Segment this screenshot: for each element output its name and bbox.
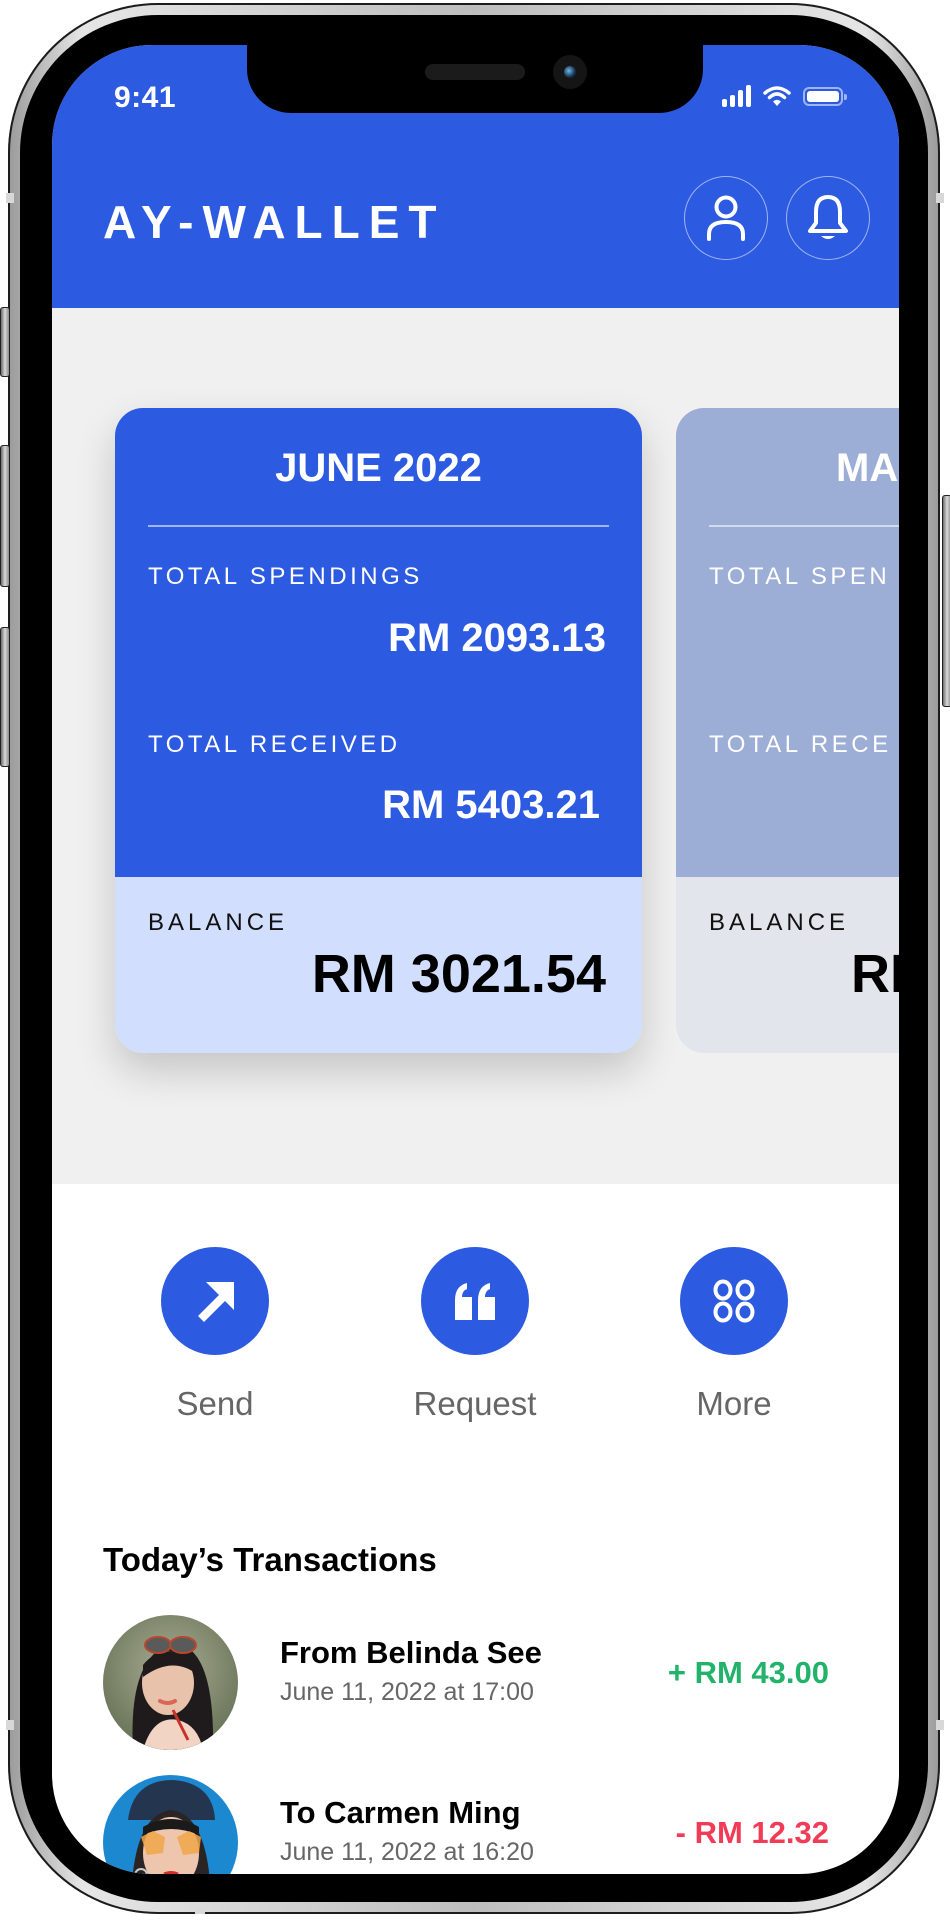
card-month: MA	[836, 446, 899, 490]
arrow-up-right-icon	[198, 1282, 234, 1322]
request-circle	[421, 1247, 529, 1355]
transaction-amount-income: + RM 43.00	[667, 1655, 829, 1690]
balance-label: BALANCE	[148, 909, 289, 936]
antenna-band	[195, 1906, 205, 1914]
phone-volume-down	[0, 627, 10, 767]
grid-circles-icon	[713, 1279, 755, 1323]
quote-icon	[455, 1283, 495, 1320]
bell-icon	[808, 195, 848, 239]
camera-notch	[247, 45, 703, 113]
status-icons	[722, 85, 847, 107]
app-header: 9:41 AY-WALLET	[52, 45, 899, 308]
antenna-band	[936, 193, 944, 203]
wifi-icon	[763, 86, 791, 106]
balance-value: RM 3021.54	[311, 944, 606, 1004]
card-month: JUNE 2022	[275, 446, 482, 490]
send-button[interactable]: Send	[135, 1247, 295, 1423]
card-summary: MA TOTAL SPEN TOTAL RECE	[676, 408, 899, 877]
more-circle	[680, 1247, 788, 1355]
card-summary: JUNE 2022 TOTAL SPENDINGS RM 2093.13 TOT…	[115, 408, 642, 877]
spendings-label: TOTAL SPEN	[709, 563, 891, 590]
card-divider	[148, 525, 609, 527]
request-label: Request	[413, 1385, 537, 1422]
more-button[interactable]: More	[654, 1247, 814, 1423]
transaction-name: From Belinda See	[280, 1635, 542, 1670]
request-button[interactable]: Request	[395, 1247, 555, 1423]
month-card-june[interactable]: JUNE 2022 TOTAL SPENDINGS RM 2093.13 TOT…	[115, 408, 642, 1053]
phone-volume-up	[0, 445, 10, 587]
antenna-band	[936, 1720, 944, 1730]
transaction-row[interactable]: To Carmen Ming June 11, 2022 at 16:20 - …	[103, 1775, 849, 1874]
phone-power-button	[942, 495, 950, 707]
received-value: RM 5403.21	[382, 783, 600, 827]
person-icon	[707, 195, 745, 241]
card-divider	[709, 525, 899, 527]
front-camera	[553, 55, 587, 89]
more-label: More	[696, 1385, 772, 1422]
notifications-button[interactable]	[786, 176, 870, 260]
phone-screen: 9:41 AY-WALLET JUNE 2022 TOTAL SPENDINGS…	[52, 45, 899, 1874]
battery-icon	[803, 86, 847, 106]
app-brand: AY-WALLET	[103, 196, 446, 248]
avatar	[103, 1615, 238, 1750]
send-circle	[161, 1247, 269, 1355]
antenna-band	[6, 1720, 14, 1730]
send-label: Send	[176, 1385, 254, 1422]
card-balance: BALANCE RM 3021.54	[115, 877, 642, 1053]
spendings-value: RM 2093.13	[388, 616, 606, 660]
received-label: TOTAL RECEIVED	[148, 731, 401, 758]
spendings-label: TOTAL SPENDINGS	[148, 563, 423, 590]
transaction-name: To Carmen Ming	[280, 1795, 521, 1830]
status-time: 9:41	[114, 81, 177, 114]
avatar	[103, 1775, 238, 1874]
transactions-title: Today’s Transactions	[103, 1541, 437, 1578]
cellular-signal-icon	[722, 85, 751, 107]
monthly-cards-carousel[interactable]: JUNE 2022 TOTAL SPENDINGS RM 2093.13 TOT…	[52, 308, 899, 1184]
phone-silent-switch	[0, 307, 10, 377]
transaction-row[interactable]: From Belinda See June 11, 2022 at 17:00 …	[103, 1615, 849, 1751]
transaction-amount-expense: - RM 12.32	[675, 1815, 829, 1850]
month-card-next[interactable]: MA TOTAL SPEN TOTAL RECE BALANCE RI	[676, 408, 899, 1053]
received-label: TOTAL RECE	[709, 731, 892, 758]
profile-button[interactable]	[684, 176, 768, 260]
balance-value: RI	[851, 944, 899, 1004]
balance-label: BALANCE	[709, 909, 850, 936]
transaction-date: June 11, 2022 at 17:00	[280, 1678, 534, 1706]
transaction-date: June 11, 2022 at 16:20	[280, 1838, 534, 1866]
antenna-band	[6, 193, 14, 203]
speaker-grille	[425, 64, 525, 80]
card-balance: BALANCE RI	[676, 877, 899, 1053]
